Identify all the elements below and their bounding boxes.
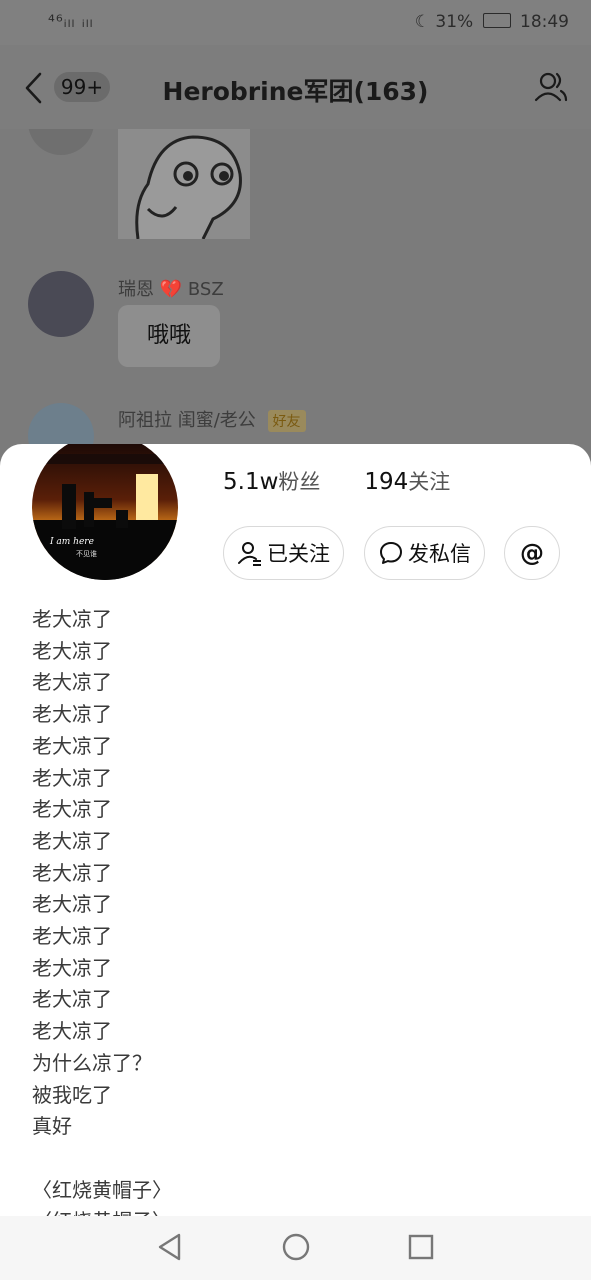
profile-stats: 5.1w粉丝 194关注 [223,466,450,496]
system-nav-bar [0,1216,591,1280]
recents-square-icon[interactable] [407,1232,435,1262]
signal-icons: ⁴⁶ᵢₗₗ ᵢₗₗ [48,12,94,32]
sender-name: 阿祖拉 闺蜜/老公 好友 [118,406,306,432]
avatar[interactable] [28,271,94,337]
sticker-image[interactable] [118,129,250,240]
chat-header: 99+ Herobrine军团(163) [0,45,591,129]
clock-time: 18:49 [520,12,569,32]
sender-name: 瑞恩 💔 BSZ [118,279,224,300]
battery-percent: 31% [435,12,474,32]
status-right: ☾ 31% 18:49 [415,12,569,32]
avatar-caption-2: 不见谁 [76,549,97,558]
moon-icon: ☾ [414,12,430,32]
broken-heart-icon: 💔 [159,279,183,300]
sunset-avatar-image: I am here 不见谁 [32,444,178,580]
avatar[interactable] [28,129,94,155]
message-bubble[interactable]: 哦哦 [118,305,220,367]
chat-bubble-icon [380,542,402,564]
avatar-caption-1: I am here [49,537,94,547]
chat-messages: 瑞恩 💔 BSZ 哦哦 阿祖拉 闺蜜/老公 好友 [0,129,591,459]
fans-count: 5.1w [223,469,279,495]
battery-icon [482,13,511,28]
fans-stat[interactable]: 5.1w粉丝 [223,469,327,495]
send-message-label: 发私信 [408,542,471,566]
mention-button[interactable]: @ [504,526,560,580]
send-message-button[interactable]: 发私信 [364,526,485,580]
profile-avatar[interactable]: I am here 不见谁 [28,444,182,584]
home-circle-icon[interactable] [281,1232,311,1262]
profile-bio: 老大凉了 老大凉了 老大凉了 老大凉了 老大凉了 老大凉了 老大凉了 老大凉了 … [32,607,172,1216]
fans-label: 粉丝 [278,470,321,494]
friend-badge: 好友 [267,410,306,432]
user-check-icon [238,542,261,566]
followed-button[interactable]: 已关注 [223,526,344,580]
profile-sheet: I am here 不见谁 5.1w粉丝 194关注 已关注 发私信 @ 老大凉… [0,444,591,1216]
following-label: 关注 [408,470,451,494]
sticker-drawing-icon [118,129,250,240]
followed-label: 已关注 [267,542,330,566]
status-bar: ⁴⁶ᵢₗₗ ᵢₗₗ ☾ 31% 18:49 [0,0,591,45]
group-title: Herobrine军团(163) [162,77,429,106]
group-members-icon[interactable] [533,69,569,105]
following-stat[interactable]: 194关注 [364,469,451,495]
back-triangle-icon[interactable] [156,1232,184,1262]
following-count: 194 [364,469,409,495]
